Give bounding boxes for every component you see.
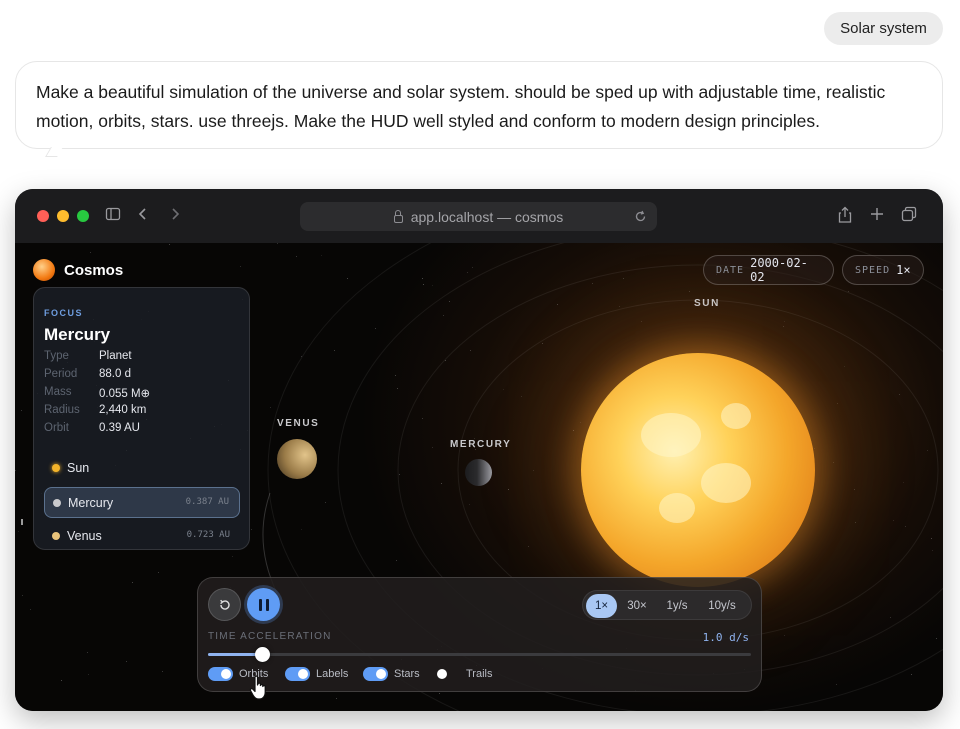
sidebar-toggle-icon[interactable]	[105, 206, 121, 222]
focus-kicker: FOCUS	[44, 308, 83, 318]
forward-chevron-icon[interactable]	[169, 206, 181, 222]
lock-icon	[393, 209, 403, 223]
speed-readout: SPEED 1×	[842, 255, 924, 285]
slider-fill	[208, 653, 263, 656]
address-bar[interactable]: app.localhost — cosmos	[300, 202, 657, 231]
share-icon[interactable]	[837, 206, 853, 224]
app-title: Cosmos	[64, 261, 124, 279]
speed-segmented-control: 1× 30× 1y/s 10y/s	[582, 590, 752, 620]
pause-button[interactable]	[247, 588, 280, 621]
maximize-window-dot[interactable]	[77, 210, 89, 222]
pause-icon	[258, 598, 262, 611]
user-prompt-bubble: Make a beautiful simulation of the unive…	[15, 61, 943, 149]
toggle-trails[interactable]: Trails	[435, 667, 492, 681]
hand-pointer-cursor-icon	[249, 675, 266, 700]
sun-dot-icon	[52, 464, 60, 472]
new-tab-plus-icon[interactable]	[870, 206, 884, 222]
tab-overview-icon[interactable]	[901, 206, 917, 222]
speed-option-10y-per-s[interactable]: 10y/s	[699, 594, 745, 618]
stars-switch[interactable]	[363, 667, 388, 681]
mercury-dot-icon	[53, 499, 61, 507]
speed-option-30x[interactable]: 30×	[620, 594, 654, 618]
info-row-mass: Mass 0.055 M⊕	[44, 386, 151, 400]
date-readout: DATE 2000-02-02	[703, 255, 834, 285]
speed-option-1x[interactable]: 1×	[586, 594, 617, 618]
speed-key: SPEED	[855, 264, 891, 276]
speed-option-1y-per-s[interactable]: 1y/s	[658, 594, 696, 618]
browser-window: app.localhost — cosmos Cosmos DATE 2000-…	[15, 189, 943, 711]
time-acceleration-value: 1.0 d/s	[702, 631, 749, 644]
labels-switch[interactable]	[285, 667, 310, 681]
mercury-body[interactable]	[465, 459, 492, 486]
time-acceleration-slider[interactable]	[208, 647, 751, 662]
body-list-item-sun[interactable]: Sun	[44, 453, 240, 484]
info-row-period: Period 88.0 d	[44, 368, 131, 380]
venus-body[interactable]	[277, 439, 317, 479]
date-key: DATE	[716, 264, 745, 276]
focus-title: Mercury	[44, 325, 111, 344]
reset-icon	[219, 599, 230, 610]
info-row-type: Type Planet	[44, 350, 132, 362]
trails-switch[interactable]	[435, 667, 460, 681]
mercury-label: MERCURY	[450, 439, 512, 450]
app-brand: Cosmos	[33, 259, 123, 281]
reset-button[interactable]	[208, 588, 241, 621]
body-list-item-mercury[interactable]: Mercury 0.387 AU	[44, 487, 240, 518]
reload-icon[interactable]	[634, 210, 647, 223]
url-text: app.localhost — cosmos	[410, 208, 564, 225]
body-list-item-venus[interactable]: Venus 0.723 AU	[44, 521, 240, 549]
browser-titlebar: app.localhost — cosmos	[15, 189, 943, 243]
time-control-panel: 1× 30× 1y/s 10y/s TIME ACCELERATION 1.0 …	[197, 577, 762, 692]
time-acceleration-label: TIME ACCELERATION	[208, 631, 332, 642]
info-row-orbit: Orbit 0.39 AU	[44, 422, 140, 434]
speed-value: 1×	[896, 263, 911, 277]
info-row-radius: Radius 2,440 km	[44, 404, 147, 416]
venus-dot-icon	[52, 532, 60, 540]
solar-system-canvas[interactable]: Cosmos DATE 2000-02-02 SPEED 1× SUN VENU…	[15, 243, 943, 711]
back-chevron-icon[interactable]	[137, 206, 149, 222]
sun-label: SUN	[694, 298, 720, 309]
date-value: 2000-02-02	[750, 256, 808, 284]
minimize-window-dot[interactable]	[57, 210, 69, 222]
sun-logo-icon	[33, 259, 55, 281]
focus-panel: FOCUS Mercury Type Planet Period 88.0 d Ma…	[33, 287, 250, 550]
toggle-stars[interactable]: Stars	[363, 667, 420, 681]
close-window-dot[interactable]	[37, 210, 49, 222]
orbits-switch[interactable]	[208, 667, 233, 681]
slider-thumb[interactable]	[255, 647, 271, 662]
sun-body[interactable]	[581, 353, 815, 587]
chat-topic-chip[interactable]: Solar system	[824, 12, 943, 45]
venus-label: VENUS	[277, 418, 320, 429]
toggle-labels[interactable]: Labels	[285, 667, 348, 681]
